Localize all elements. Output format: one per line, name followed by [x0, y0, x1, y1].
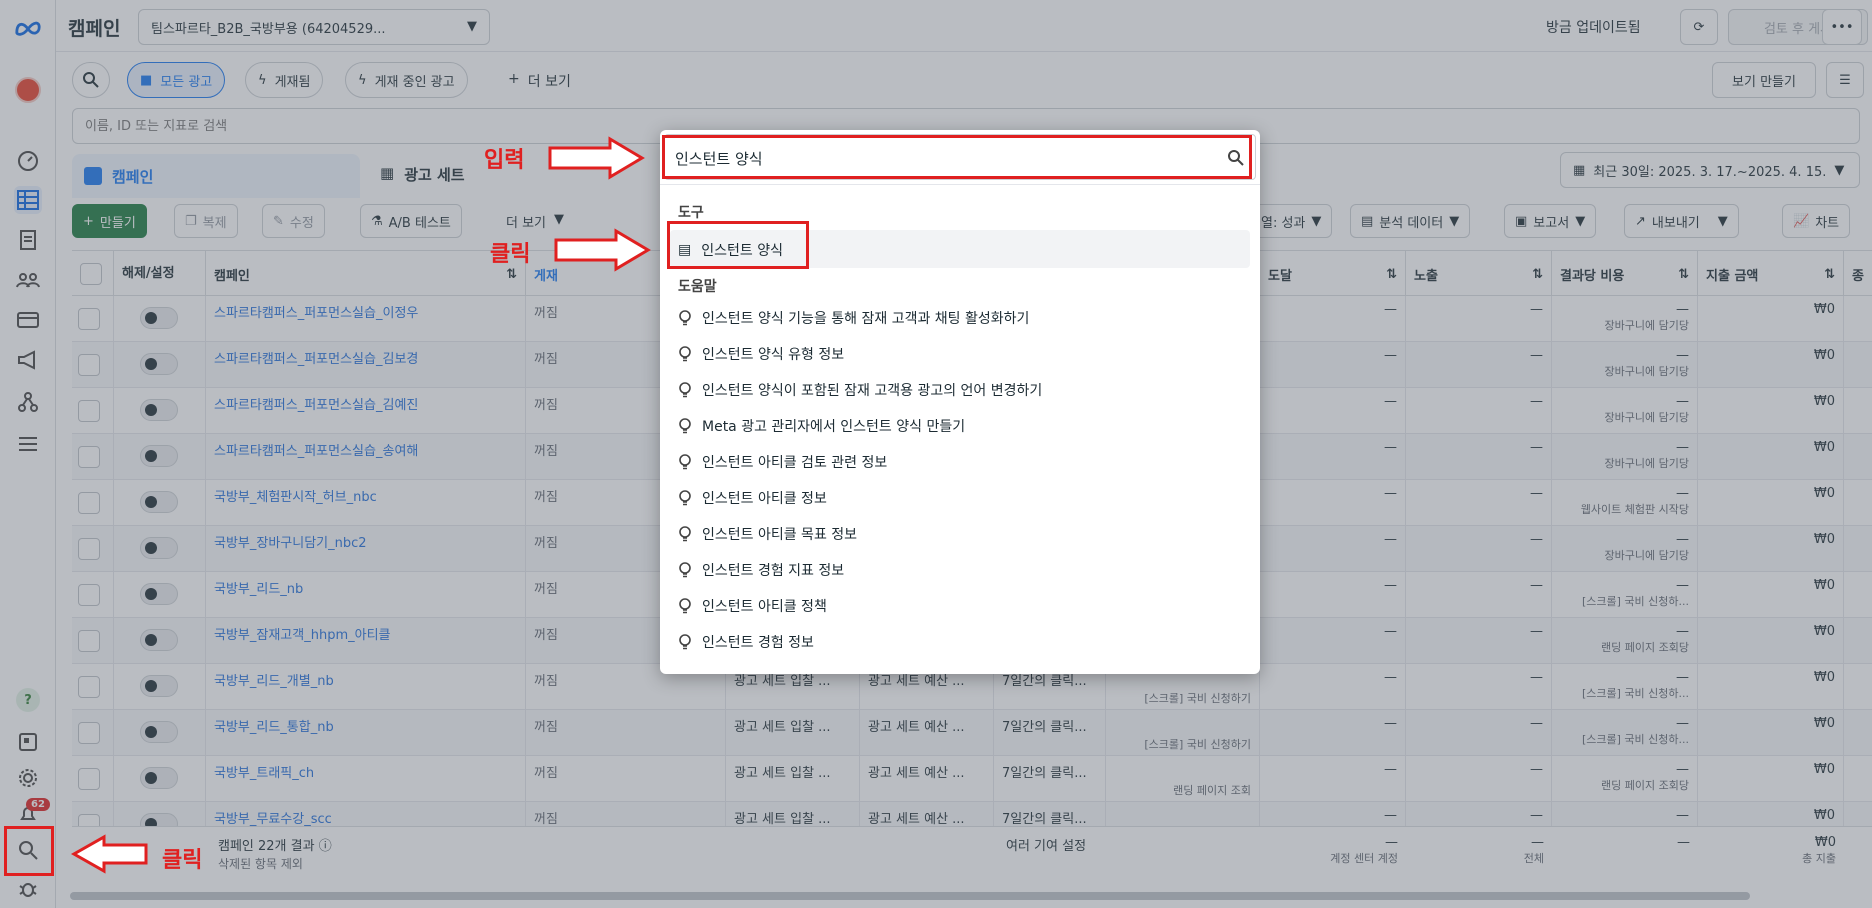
help-article-label: 인스턴트 아티클 검토 관련 정보: [702, 455, 888, 471]
lightbulb-icon: [679, 454, 691, 470]
lightbulb-icon: [679, 418, 691, 434]
lightbulb-icon: [679, 598, 691, 614]
annotation-box-input: [662, 135, 1252, 179]
annotation-arrow-left-icon: [70, 834, 148, 874]
help-article-label: 인스턴트 양식 유형 정보: [702, 347, 845, 363]
help-article-item[interactable]: 인스턴트 양식이 포함된 잠재 고객용 광고의 언어 변경하기: [678, 380, 1042, 400]
help-heading: 도움말: [678, 279, 717, 295]
help-article-label: Meta 광고 관리자에서 인스턴트 양식 만들기: [702, 419, 966, 435]
lightbulb-icon: [679, 382, 691, 398]
help-article-item[interactable]: Meta 광고 관리자에서 인스턴트 양식 만들기: [678, 416, 965, 436]
lightbulb-icon: [679, 526, 691, 542]
search-popup: 인스턴트 양식 도구 ▤ 인스턴트 양식 도움말 인스턴트 양식 기능을 통해 …: [660, 130, 1260, 674]
help-article-item[interactable]: 인스턴트 아티클 정보: [678, 488, 827, 508]
lightbulb-icon: [679, 310, 691, 326]
help-article-item[interactable]: 인스턴트 아티클 목표 정보: [678, 524, 857, 544]
help-article-label: 인스턴트 아티클 목표 정보: [702, 527, 858, 543]
help-article-item[interactable]: 인스턴트 양식 유형 정보: [678, 344, 844, 364]
popup-divider: [660, 184, 1260, 185]
annotation-box-tool: [667, 221, 809, 269]
lightbulb-icon: [679, 346, 691, 362]
help-article-label: 인스턴트 경험 정보: [702, 635, 814, 651]
help-article-label: 인스턴트 양식이 포함된 잠재 고객용 광고의 언어 변경하기: [702, 383, 1043, 399]
help-article-label: 인스턴트 아티클 정보: [702, 491, 827, 507]
help-article-label: 인스턴트 양식 기능을 통해 잠재 고객과 채팅 활성화하기: [702, 311, 1030, 327]
help-article-label: 인스턴트 아티클 정책: [702, 599, 827, 615]
annotation-click-label-1: 클릭: [490, 242, 531, 267]
annotation-click-label-2: 클릭: [162, 848, 203, 873]
lightbulb-icon: [679, 634, 691, 650]
help-article-label: 인스턴트 경험 지표 정보: [702, 563, 845, 579]
tools-heading: 도구: [678, 205, 704, 221]
lightbulb-icon: [679, 562, 691, 578]
help-article-item[interactable]: 인스턴트 경험 지표 정보: [678, 560, 844, 580]
annotation-input-label: 입력: [484, 148, 525, 173]
lightbulb-icon: [679, 490, 691, 506]
help-article-item[interactable]: 인스턴트 양식 기능을 통해 잠재 고객과 채팅 활성화하기: [678, 308, 1029, 328]
annotation-arrow-right-icon: [548, 136, 645, 180]
annotation-arrow-right-icon: [554, 228, 651, 272]
help-article-item[interactable]: 인스턴트 아티클 검토 관련 정보: [678, 452, 887, 472]
help-article-item[interactable]: 인스턴트 경험 정보: [678, 632, 814, 652]
help-article-item[interactable]: 인스턴트 아티클 정책: [678, 596, 827, 616]
annotation-box-search: [4, 826, 54, 876]
